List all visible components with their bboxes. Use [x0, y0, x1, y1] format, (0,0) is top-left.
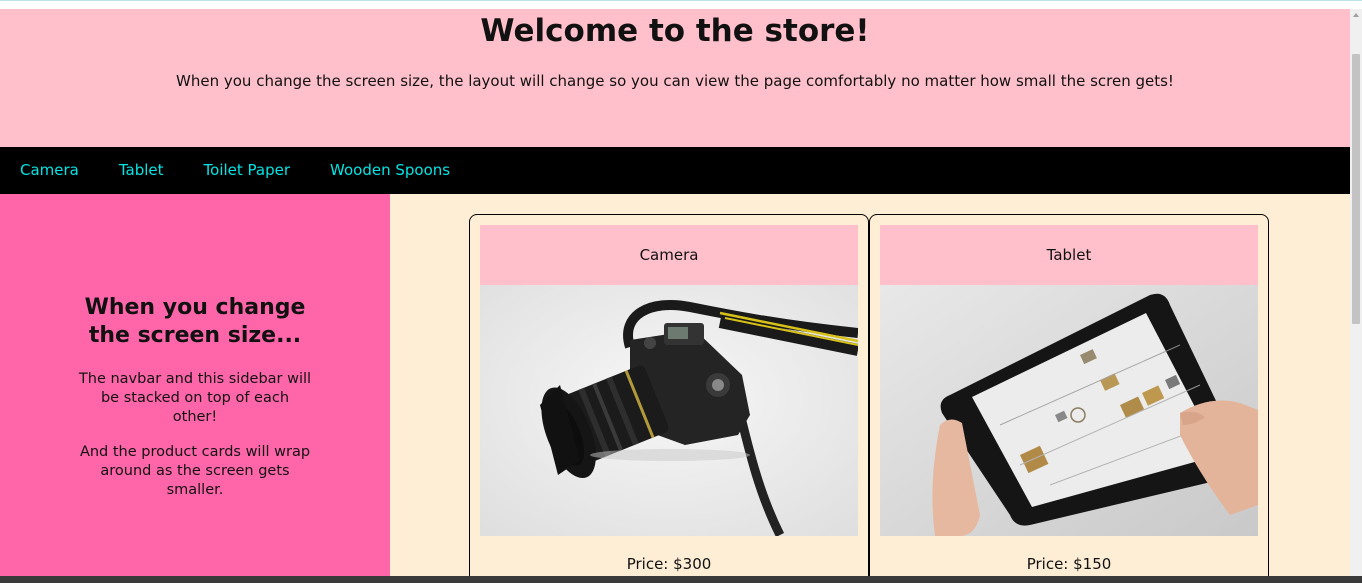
taskbar-edge	[0, 576, 1362, 583]
nav-link-toilet-paper[interactable]: Toilet Paper	[184, 147, 310, 194]
page-subtitle: When you change the screen size, the lay…	[176, 72, 1174, 90]
sidebar-paragraph-cards: And the product cards will wrap around a…	[79, 444, 311, 498]
tablet-photo	[880, 285, 1258, 536]
sidebar-paragraph-navbar: The navbar and this sidebar will be stac…	[78, 371, 312, 425]
product-area: Camera Price: $300 Tablet Price: $150	[390, 194, 1350, 576]
product-price: Price: $150	[1026, 555, 1112, 573]
sidebar: When you change the screen size... The n…	[0, 194, 390, 576]
product-title: Camera	[480, 225, 858, 285]
camera-photo	[480, 285, 858, 536]
navbar: Camera Tablet Toilet Paper Wooden Spoons	[0, 147, 1350, 194]
nav-link-wooden-spoons[interactable]: Wooden Spoons	[310, 147, 470, 194]
product-card-tablet: Tablet Price: $150	[869, 214, 1269, 576]
nav-link-tablet[interactable]: Tablet	[99, 147, 184, 194]
page-viewport: Welcome to the store! When you change th…	[0, 0, 1350, 576]
sidebar-heading: When you change the screen size...	[84, 295, 306, 348]
product-title: Tablet	[880, 225, 1258, 285]
scroll-up-arrow-icon[interactable]	[1353, 13, 1359, 17]
scrollbar-thumb[interactable]	[1352, 54, 1360, 324]
nav-link-camera[interactable]: Camera	[0, 147, 99, 194]
product-price: Price: $300	[626, 555, 712, 573]
page-title: Welcome to the store!	[480, 13, 870, 49]
vertical-scrollbar[interactable]	[1350, 9, 1362, 576]
page-header: Welcome to the store! When you change th…	[0, 9, 1350, 147]
product-card-camera: Camera Price: $300	[469, 214, 869, 576]
tablet-image-svg	[880, 285, 1258, 536]
camera-image-svg	[480, 285, 858, 536]
